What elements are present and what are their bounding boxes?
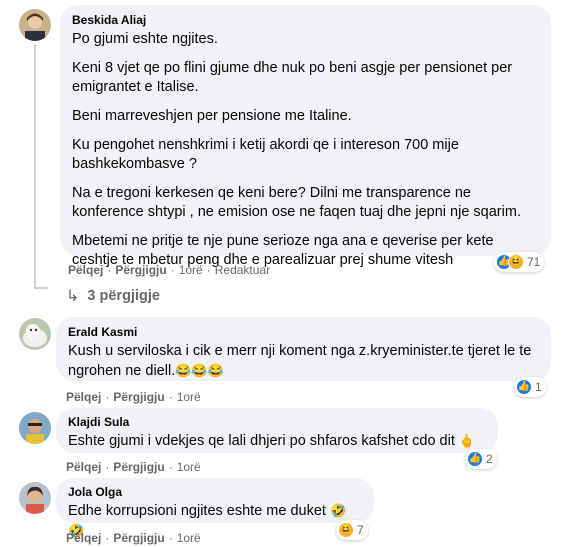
edited-label[interactable]: Redaktuar xyxy=(215,263,270,277)
like-button[interactable]: Pëlqej xyxy=(66,390,101,404)
reaction-summary[interactable]: 👍 😆 71 xyxy=(494,252,545,272)
thread-connector xyxy=(34,287,48,289)
reaction-summary[interactable]: 😆 7 xyxy=(336,520,368,540)
timestamp[interactable]: 1orë xyxy=(177,390,201,404)
reaction-count: 1 xyxy=(535,380,542,394)
reply-arrow-icon: ↳ xyxy=(66,288,80,305)
reply-button[interactable]: Përgjigju xyxy=(113,390,164,404)
comment-author[interactable]: Klajdi Sula xyxy=(68,415,486,429)
comment-paragraph: Po gjumi eshte ngjites. xyxy=(72,31,218,47)
comment-author[interactable]: Erald Kasmi xyxy=(68,325,539,339)
comment-bubble: Beskida Aliaj Po gjumi eshte ngjites. Ke… xyxy=(60,5,551,268)
comment-paragraph: Na e tregoni kerkesen qe keni bere? Diln… xyxy=(72,185,521,220)
view-replies-link[interactable]: ↳ 3 përgjigje xyxy=(66,286,160,306)
like-button[interactable]: Pëlqej xyxy=(68,263,103,277)
comment-bubble: Jola Olga Edhe korrupsioni ngjites eshte… xyxy=(56,478,374,538)
timestamp[interactable]: 1orë xyxy=(179,263,203,277)
reply-button[interactable]: Përgjigju xyxy=(113,531,164,545)
comment-author[interactable]: Jola Olga xyxy=(68,485,362,499)
reaction-summary[interactable]: 👍 2 xyxy=(465,449,497,469)
comment-body: Po gjumi eshte ngjites. Keni 8 vjet qe p… xyxy=(72,30,539,270)
timestamp[interactable]: 1orë xyxy=(177,531,201,545)
reaction-count: 7 xyxy=(357,523,364,537)
avatar[interactable] xyxy=(19,482,51,514)
emoji-laughing: 😂😂😂 xyxy=(175,363,224,378)
comment-bubble: Erald Kasmi Kush u serviloska i cik e me… xyxy=(56,317,551,381)
comment-text: Eshte gjumi i vdekjes qe lali dhjeri po … xyxy=(68,431,486,451)
like-button[interactable]: Pëlqej xyxy=(66,460,101,474)
like-reaction-icon: 👍 xyxy=(516,379,532,395)
comment-paragraph: Ku pengohet nenshkrimi i ketij akordi qe… xyxy=(72,137,459,172)
comment-text: Kush u serviloska i cik e merr nji komen… xyxy=(68,342,539,381)
reply-button[interactable]: Përgjigju xyxy=(113,460,164,474)
comment-actions: Pëlqej · Përgjigju · 1orë xyxy=(66,531,201,545)
thread-connector xyxy=(34,45,36,288)
reaction-count: 2 xyxy=(486,452,493,466)
comment-text-body: Eshte gjumi i vdekjes qe lali dhjeri po … xyxy=(68,433,455,449)
comment-actions: Pëlqej · Përgjigju · 1orë xyxy=(66,390,201,404)
timestamp[interactable]: 1orë xyxy=(177,460,201,474)
reply-button[interactable]: Përgjigju xyxy=(115,263,166,277)
comment-author[interactable]: Beskida Aliaj xyxy=(72,13,539,27)
emoji-middle-finger: 🖕 xyxy=(458,433,476,448)
like-button[interactable]: Pëlqej xyxy=(66,531,101,545)
like-reaction-icon: 👍 xyxy=(467,451,483,467)
comment-actions: Pëlqej · Përgjigju · 1orë · Redaktuar xyxy=(68,263,271,277)
comment-actions: Pëlqej · Përgjigju · 1orë xyxy=(66,460,201,474)
reaction-summary[interactable]: 👍 1 xyxy=(514,377,546,397)
haha-reaction-icon: 😆 xyxy=(508,254,524,270)
comment-text-body: Edhe korrupsioni ngjites eshte me duket xyxy=(68,503,326,519)
comment-bubble: Klajdi Sula Eshte gjumi i vdekjes qe lal… xyxy=(56,408,498,453)
comment-paragraph: Beni marreveshjen per pensione me Italin… xyxy=(72,108,352,124)
reaction-count: 71 xyxy=(527,255,541,269)
avatar[interactable] xyxy=(19,412,51,444)
comment-text-body: Kush u serviloska i cik e merr nji komen… xyxy=(68,343,532,379)
comment-paragraph: Keni 8 vjet qe po flini gjume dhe nuk po… xyxy=(72,60,513,95)
haha-reaction-icon: 😆 xyxy=(338,522,354,538)
replies-count-label: 3 përgjigje xyxy=(87,288,160,304)
avatar[interactable] xyxy=(19,9,51,41)
avatar[interactable] xyxy=(19,318,51,350)
